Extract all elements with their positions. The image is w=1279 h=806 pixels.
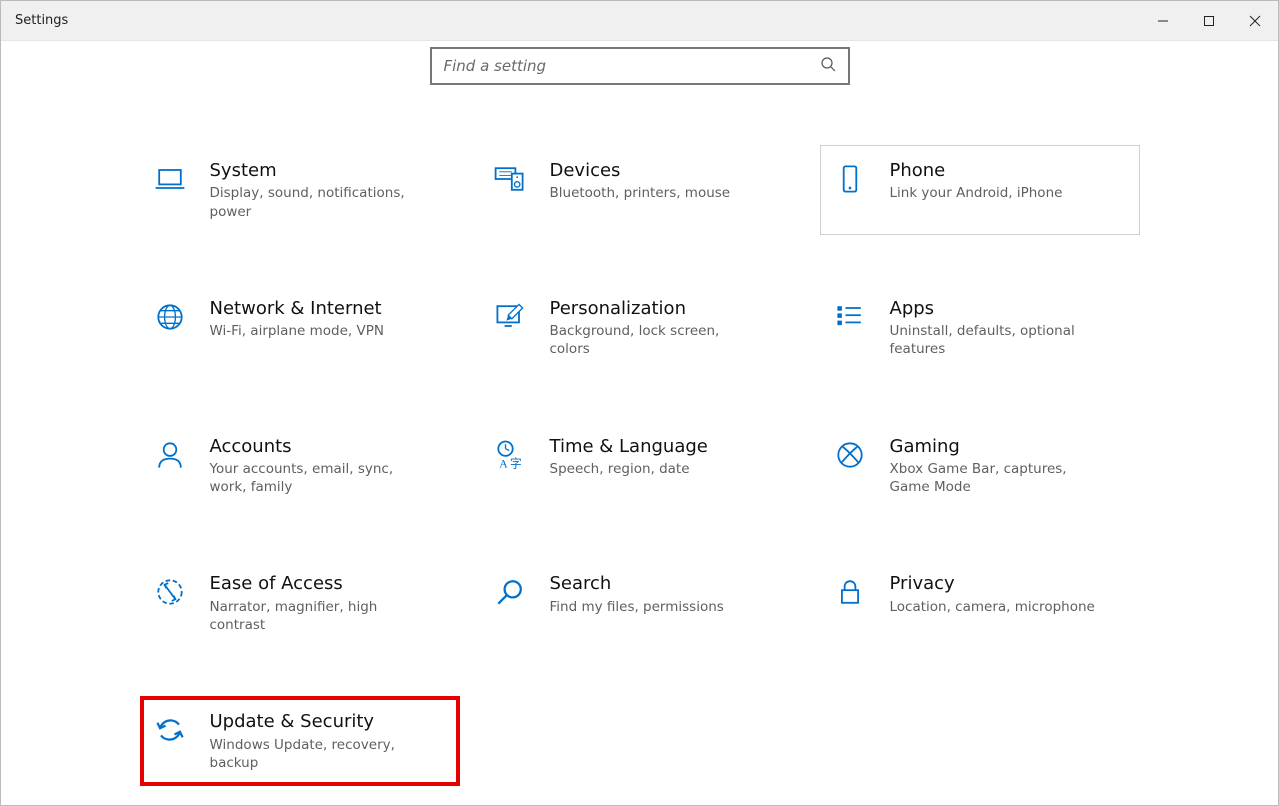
- category-privacy[interactable]: Privacy Location, camera, microphone: [820, 558, 1140, 648]
- globe-icon: [150, 297, 190, 337]
- magnifier-icon: [490, 572, 530, 612]
- category-title: Apps: [890, 297, 1130, 320]
- time-language-icon: A 字: [490, 435, 530, 475]
- category-title: Update & Security: [210, 710, 450, 733]
- category-desc: Windows Update, recovery, backup: [210, 736, 420, 772]
- window-controls: [1140, 1, 1278, 40]
- category-network[interactable]: Network & Internet Wi-Fi, airplane mode,…: [140, 283, 460, 373]
- category-title: Time & Language: [550, 435, 790, 458]
- category-title: Devices: [550, 159, 790, 182]
- category-title: Network & Internet: [210, 297, 450, 320]
- maximize-button[interactable]: [1186, 1, 1232, 40]
- category-title: Privacy: [890, 572, 1130, 595]
- category-ease-of-access[interactable]: Ease of Access Narrator, magnifier, high…: [140, 558, 460, 648]
- category-desc: Uninstall, defaults, optional features: [890, 322, 1100, 358]
- phone-icon: [830, 159, 870, 199]
- laptop-icon: [150, 159, 190, 199]
- search-icon: [820, 56, 836, 76]
- category-title: Gaming: [890, 435, 1130, 458]
- person-icon: [150, 435, 190, 475]
- category-time-language[interactable]: A 字 Time & Language Speech, region, date: [480, 421, 800, 511]
- sync-icon: [150, 710, 190, 750]
- window-title: Settings: [15, 13, 68, 28]
- xbox-icon: [830, 435, 870, 475]
- category-desc: Xbox Game Bar, captures, Game Mode: [890, 460, 1100, 496]
- category-desc: Narrator, magnifier, high contrast: [210, 598, 420, 634]
- svg-text:字: 字: [510, 456, 522, 470]
- apps-list-icon: [830, 297, 870, 337]
- category-gaming[interactable]: Gaming Xbox Game Bar, captures, Game Mod…: [820, 421, 1140, 511]
- category-title: Search: [550, 572, 790, 595]
- title-bar: Settings: [1, 1, 1278, 41]
- category-desc: Link your Android, iPhone: [890, 184, 1100, 202]
- category-search[interactable]: Search Find my files, permissions: [480, 558, 800, 648]
- lock-icon: [830, 572, 870, 612]
- category-desc: Find my files, permissions: [550, 598, 760, 616]
- svg-text:A: A: [499, 457, 508, 470]
- close-button[interactable]: [1232, 1, 1278, 40]
- paintbrush-icon: [490, 297, 530, 337]
- category-title: Phone: [890, 159, 1130, 182]
- category-desc: Bluetooth, printers, mouse: [550, 184, 760, 202]
- category-phone[interactable]: Phone Link your Android, iPhone: [820, 145, 1140, 235]
- category-desc: Wi-Fi, airplane mode, VPN: [210, 322, 420, 340]
- category-apps[interactable]: Apps Uninstall, defaults, optional featu…: [820, 283, 1140, 373]
- content-area: System Display, sound, notifications, po…: [1, 41, 1278, 805]
- category-system[interactable]: System Display, sound, notifications, po…: [140, 145, 460, 235]
- category-accounts[interactable]: Accounts Your accounts, email, sync, wor…: [140, 421, 460, 511]
- ease-of-access-icon: [150, 572, 190, 612]
- category-desc: Speech, region, date: [550, 460, 760, 478]
- search-input[interactable]: [444, 57, 820, 75]
- category-devices[interactable]: Devices Bluetooth, printers, mouse: [480, 145, 800, 235]
- keyboard-speaker-icon: [490, 159, 530, 199]
- category-desc: Display, sound, notifications, power: [210, 184, 420, 220]
- category-title: Accounts: [210, 435, 450, 458]
- settings-grid: System Display, sound, notifications, po…: [140, 145, 1140, 786]
- minimize-button[interactable]: [1140, 1, 1186, 40]
- category-personalization[interactable]: Personalization Background, lock screen,…: [480, 283, 800, 373]
- category-desc: Location, camera, microphone: [890, 598, 1100, 616]
- category-title: Ease of Access: [210, 572, 450, 595]
- category-desc: Your accounts, email, sync, work, family: [210, 460, 420, 496]
- search-box[interactable]: [430, 47, 850, 85]
- category-desc: Background, lock screen, colors: [550, 322, 760, 358]
- search-wrap: [430, 47, 850, 85]
- category-title: System: [210, 159, 450, 182]
- category-title: Personalization: [550, 297, 790, 320]
- category-update-security[interactable]: Update & Security Windows Update, recove…: [140, 696, 460, 786]
